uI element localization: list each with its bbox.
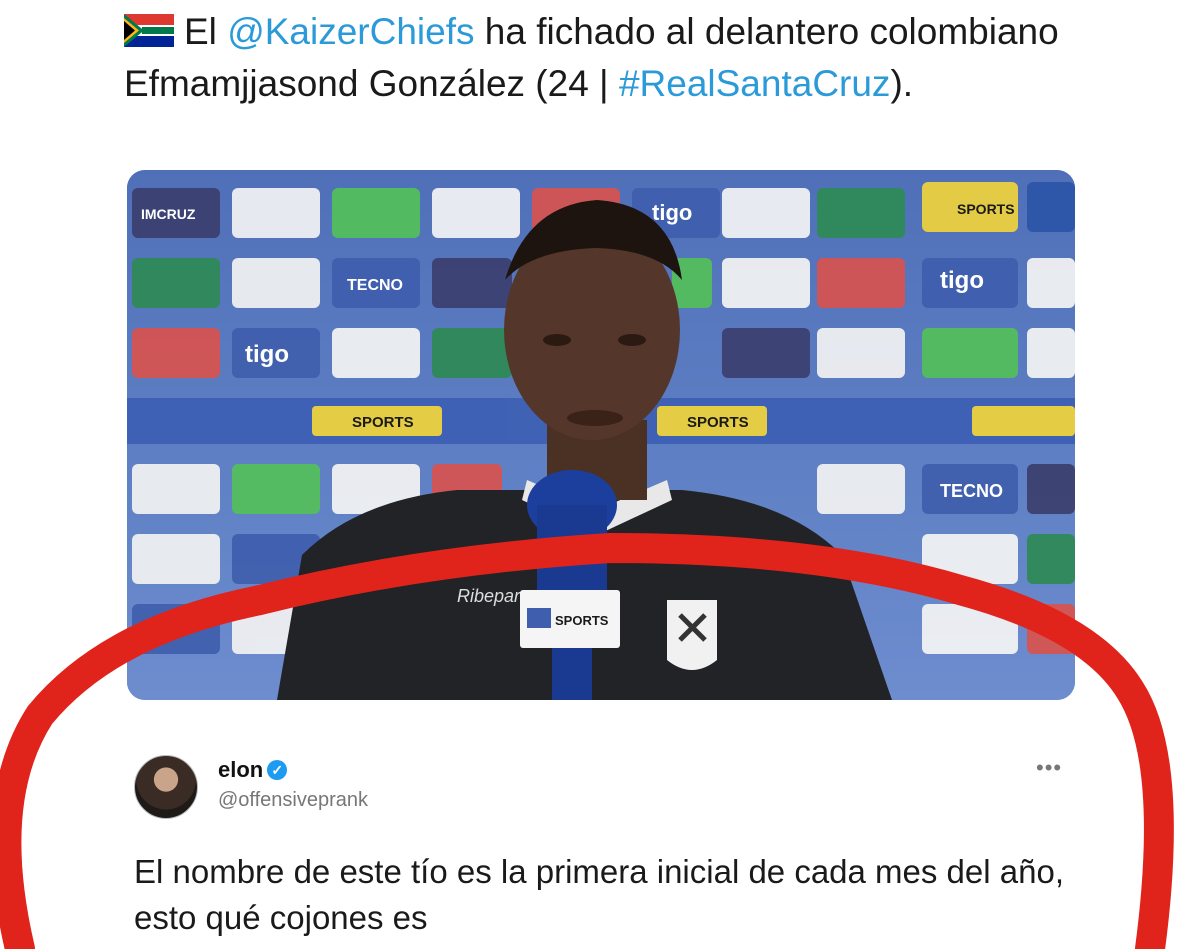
sponsor-label: SPORTS <box>957 201 1015 217</box>
sponsor-label: tigo <box>940 267 984 294</box>
tweet-text: El @KaizerChiefs ha fichado al delantero… <box>124 6 1124 110</box>
reply-handle[interactable]: @offensiveprank <box>218 789 368 812</box>
tweet-text-suffix: ). <box>890 63 914 104</box>
avatar[interactable] <box>134 755 198 819</box>
mention-link[interactable]: @KaizerChiefs <box>227 11 474 52</box>
sponsor-label: tigo <box>652 200 692 225</box>
jersey-sponsor: Ribepar <box>457 586 521 606</box>
sponsor-label: SPORTS <box>352 414 414 431</box>
reply-author[interactable]: elon ✓ <box>218 757 288 783</box>
sponsor-label: TECNO <box>347 277 403 294</box>
tweet-text-prefix: El <box>184 11 228 52</box>
sponsor-label: TECNO <box>940 481 1003 501</box>
sponsor-label: SPORTS <box>687 414 749 431</box>
reply-text: El nombre de este tío es la primera inic… <box>134 853 1064 936</box>
hashtag-link[interactable]: #RealSantaCruz <box>619 63 890 104</box>
mic-label: SPORTS <box>555 613 609 628</box>
reply-author-name[interactable]: elon <box>218 757 263 782</box>
south-africa-flag-icon <box>124 14 174 47</box>
sponsor-label: tigo <box>245 341 289 368</box>
tweet-media-image[interactable]: IMCRUZ tigo TECNO tigo tigo TECNO SPORTS… <box>127 170 1075 700</box>
verified-badge-icon: ✓ <box>267 760 288 780</box>
reply-tweet: elon ✓ @offensiveprank ••• El nombre de e… <box>128 745 1068 945</box>
sponsor-label: IMCRUZ <box>141 206 196 222</box>
more-dots-icon[interactable]: ••• <box>1036 755 1062 781</box>
